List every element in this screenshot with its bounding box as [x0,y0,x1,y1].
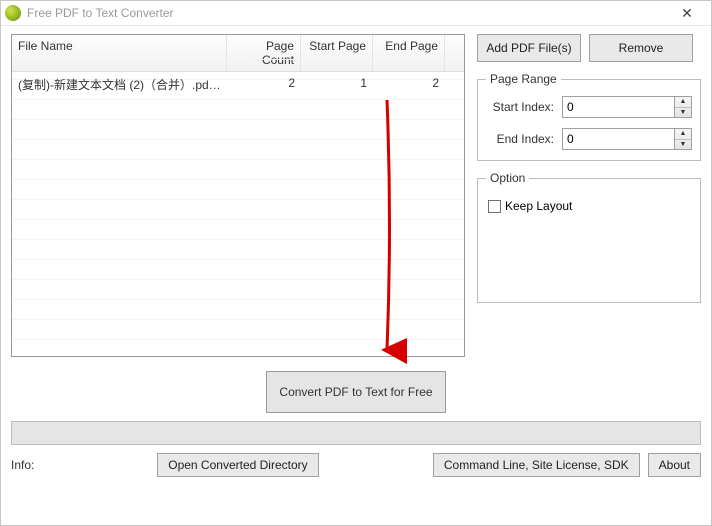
open-directory-button[interactable]: Open Converted Directory [157,453,318,477]
start-index-row: Start Index: ▲ ▼ [486,96,692,118]
convert-button[interactable]: Convert PDF to Text for Free [266,371,446,413]
upper-panel: File Name Page Count Start Page End Page… [11,34,701,357]
cell-file-name: (复制)-新建文本文档 (2)（合并）.pdf-... [12,72,227,97]
start-index-input[interactable] [562,96,674,118]
cell-page-count: 2 [227,72,301,97]
app-icon [5,5,21,21]
cell-start-page: 1 [301,72,373,97]
end-index-input[interactable] [562,128,674,150]
option-group: Option Keep Layout [477,171,701,303]
remove-button[interactable]: Remove [589,34,693,62]
start-index-arrows[interactable]: ▲ ▼ [674,96,692,118]
end-index-arrows[interactable]: ▲ ▼ [674,128,692,150]
keep-layout-checkbox[interactable] [488,200,501,213]
chevron-up-icon[interactable]: ▲ [675,97,691,108]
window-title: Free PDF to Text Converter [27,6,667,20]
button-row: Add PDF File(s) Remove [477,34,701,62]
end-index-spinner[interactable]: ▲ ▼ [562,128,692,150]
start-index-label: Start Index: [486,100,554,114]
about-button[interactable]: About [648,453,701,477]
chevron-down-icon[interactable]: ▼ [675,140,691,150]
grid-lines [12,59,464,356]
keep-layout-label: Keep Layout [505,199,572,213]
right-panel: Add PDF File(s) Remove Page Range Start … [477,34,701,357]
chevron-up-icon[interactable]: ▲ [675,129,691,140]
file-list-body: (复制)-新建文本文档 (2)（合并）.pdf-... 2 1 2 [12,72,464,97]
end-index-label: End Index: [486,132,554,146]
info-label: Info: [11,458,43,472]
table-row[interactable]: (复制)-新建文本文档 (2)（合并）.pdf-... 2 1 2 [12,72,464,97]
add-pdf-button[interactable]: Add PDF File(s) [477,34,581,62]
end-index-row: End Index: ▲ ▼ [486,128,692,150]
file-list[interactable]: File Name Page Count Start Page End Page… [11,34,465,357]
info-bar [11,421,701,445]
chevron-down-icon[interactable]: ▼ [675,108,691,118]
keep-layout-row[interactable]: Keep Layout [486,195,692,217]
start-index-spinner[interactable]: ▲ ▼ [562,96,692,118]
app-window: Free PDF to Text Converter ✕ File Name P… [0,0,712,526]
title-bar[interactable]: Free PDF to Text Converter ✕ [1,1,711,26]
convert-area: Convert PDF to Text for Free [11,357,701,421]
page-range-group: Page Range Start Index: ▲ ▼ End Index: [477,72,701,161]
option-legend: Option [486,171,529,185]
footer: Info: Open Converted Directory Command L… [11,451,701,481]
cell-end-page: 2 [373,72,445,97]
content-area: File Name Page Count Start Page End Page… [1,26,711,525]
command-line-button[interactable]: Command Line, Site License, SDK [433,453,640,477]
close-icon[interactable]: ✕ [667,5,707,22]
page-range-legend: Page Range [486,72,561,86]
